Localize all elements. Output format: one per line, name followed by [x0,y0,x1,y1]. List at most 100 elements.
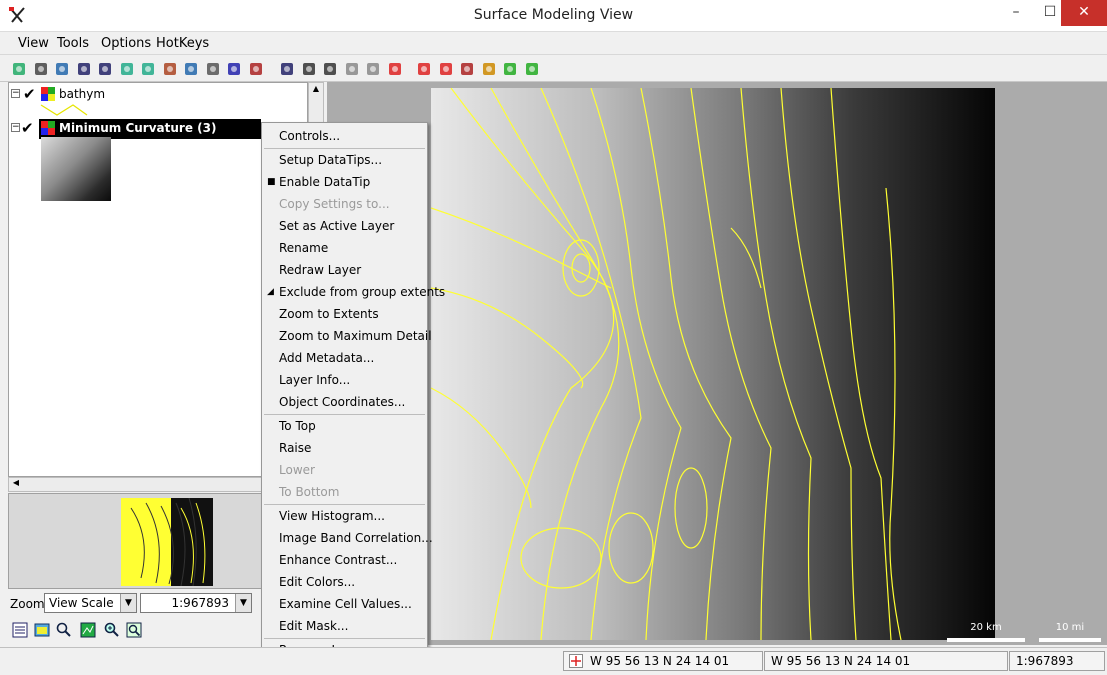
layer-name: Minimum Curvature (3) [59,121,217,135]
scale-bar-km: 20 km [947,622,1025,642]
menu-item-edit-mask[interactable]: Edit Mask... [262,615,427,637]
measure-icon[interactable] [301,61,317,77]
menu-item-image-band-correlation[interactable]: Image Band Correlation... [262,527,433,549]
zoom-in-icon[interactable] [104,622,120,638]
menu-item-edit-colors[interactable]: Edit Colors... [262,571,427,593]
menu-item-enhance-contrast[interactable]: Enhance Contrast... [262,549,427,571]
raster-layer-icon [41,87,55,101]
menu-hotkeys[interactable]: HotKeys [156,36,209,51]
datatip-icon[interactable] [279,61,295,77]
menu-item-label: Copy Settings to... [279,197,390,211]
layer-manager-icon[interactable] [248,61,264,77]
scale-bar-mi: 10 mi [1039,622,1101,642]
stop-icon[interactable] [387,61,403,77]
zoom-extent-icon[interactable] [126,622,142,638]
layer-name: bathym [59,87,106,101]
zoom-out-icon[interactable] [97,61,113,77]
status-scale-value: 1:967893 [1016,654,1074,668]
magnifier-icon[interactable] [56,622,72,638]
add-layer-icon[interactable] [226,61,242,77]
menu-view[interactable]: View [18,36,49,51]
menu-item-view-histogram[interactable]: View Histogram... [262,505,427,527]
menu-item-lower: Lower [262,459,427,481]
overview-map[interactable] [121,498,213,586]
menu-item-label: Zoom to Extents [279,307,379,321]
zoom-scale-input[interactable]: 1:967893 ▼ [140,593,252,613]
menu-item-label: Zoom to Maximum Detail [279,329,432,343]
pan-icon[interactable] [54,61,70,77]
menu-item-redraw-layer[interactable]: Redraw Layer [262,259,427,281]
scale-bar-mi-label: 10 mi [1055,622,1085,633]
zoom-mode-select[interactable]: View Scale ▼ [44,593,137,613]
scroll-up-icon[interactable]: ▲ [310,84,322,98]
expand-toggle-icon[interactable]: − [11,89,20,98]
crosshair-icon[interactable] [569,654,583,668]
map-view[interactable]: 20 km 10 mi [327,82,1107,645]
forward-icon[interactable] [365,61,381,77]
toolbar [0,56,1107,82]
chart-icon[interactable] [524,61,540,77]
zoom-box-icon[interactable] [119,61,135,77]
legend-icon[interactable] [502,61,518,77]
layer-row-bathym[interactable]: − ✔ bathym [9,85,307,105]
map-view-icon[interactable] [80,622,96,638]
minimize-button[interactable]: – [999,0,1033,26]
pointer-icon[interactable] [459,61,475,77]
layer-row-minimum-curvature[interactable]: ✔ Minimum Curvature (3) [21,119,261,139]
menu-item-label: Enhance Contrast... [279,553,398,567]
layer-icon[interactable] [183,61,199,77]
menu-item-to-top[interactable]: To Top [262,415,427,437]
layer-list-icon[interactable] [12,622,28,638]
select-icon[interactable] [33,61,49,77]
menu-item-setup-datatips[interactable]: Setup DataTips... [262,149,427,171]
chevron-down-icon[interactable]: ▼ [120,594,136,612]
menu-item-layer-info[interactable]: Layer Info... [262,369,427,391]
check-icon: ■ [267,177,276,187]
menu-item-label: Image Band Correlation... [279,531,433,545]
menu-item-zoom-to-extents[interactable]: Zoom to Extents [262,303,427,325]
back-icon[interactable] [344,61,360,77]
menu-item-exclude-from-group-extents[interactable]: ◢ Exclude from group extents [262,281,445,303]
menu-item-zoom-to-maximum-detail[interactable]: Zoom to Maximum Detail [262,325,432,347]
surface-map[interactable] [431,88,995,640]
move-icon[interactable] [416,61,432,77]
sketch-icon[interactable] [481,61,497,77]
layer-visible-check-icon[interactable]: ✔ [23,85,36,103]
title-bar: Surface Modeling View – ☐ ✕ [0,0,1107,32]
menu-item-label: Edit Mask... [279,619,349,633]
redraw-icon[interactable] [11,61,27,77]
menu-item-raise[interactable]: Raise [262,437,427,459]
menu-item-copy-settings-to: Copy Settings to... [262,193,427,215]
menu-item-controls[interactable]: Controls... [262,125,427,147]
chevron-down-icon[interactable]: ▼ [235,594,251,612]
layer-visible-check-icon[interactable]: ✔ [21,119,34,137]
menu-item-set-as-active-layer[interactable]: Set as Active Layer [262,215,427,237]
close-button[interactable]: ✕ [1061,0,1107,26]
menu-item-object-coordinates[interactable]: Object Coordinates... [262,391,427,413]
globe-icon[interactable] [162,61,178,77]
menu-item-examine-cell-values[interactable]: Examine Cell Values... [262,593,427,615]
full-extent-icon[interactable] [140,61,156,77]
menu-item-label: Rename [279,241,329,255]
camera-icon[interactable] [205,61,221,77]
zoom-tool-icon[interactable] [438,61,454,77]
status-coord-1: W 95 56 13 N 24 14 01 [590,654,730,668]
expand-toggle-icon[interactable]: − [11,123,20,132]
menu-item-label: Exclude from group extents [279,285,446,299]
menu-item-label: Lower [279,463,315,477]
menu-item-add-metadata[interactable]: Add Metadata... [262,347,427,369]
scale-bar-km-label: 20 km [970,622,1002,633]
query-icon[interactable] [322,61,338,77]
menu-item-label: To Top [279,419,316,433]
zoom-in-icon[interactable] [76,61,92,77]
window-icon[interactable] [34,622,50,638]
menu-options[interactable]: Options [101,36,151,51]
status-bar: W 95 56 13 N 24 14 01 W 95 56 13 N 24 14… [0,647,1107,675]
menu-item-rename[interactable]: Rename [262,237,427,259]
scroll-left-icon[interactable]: ◀ [10,478,22,491]
contour-legend-icon [40,104,88,116]
menu-item-enable-datatip[interactable]: ■ Enable DataTip [262,171,427,193]
surface-layer-icon [41,121,55,135]
menu-tools[interactable]: Tools [57,36,89,51]
menu-bar: View Tools Options HotKeys [0,32,1107,55]
